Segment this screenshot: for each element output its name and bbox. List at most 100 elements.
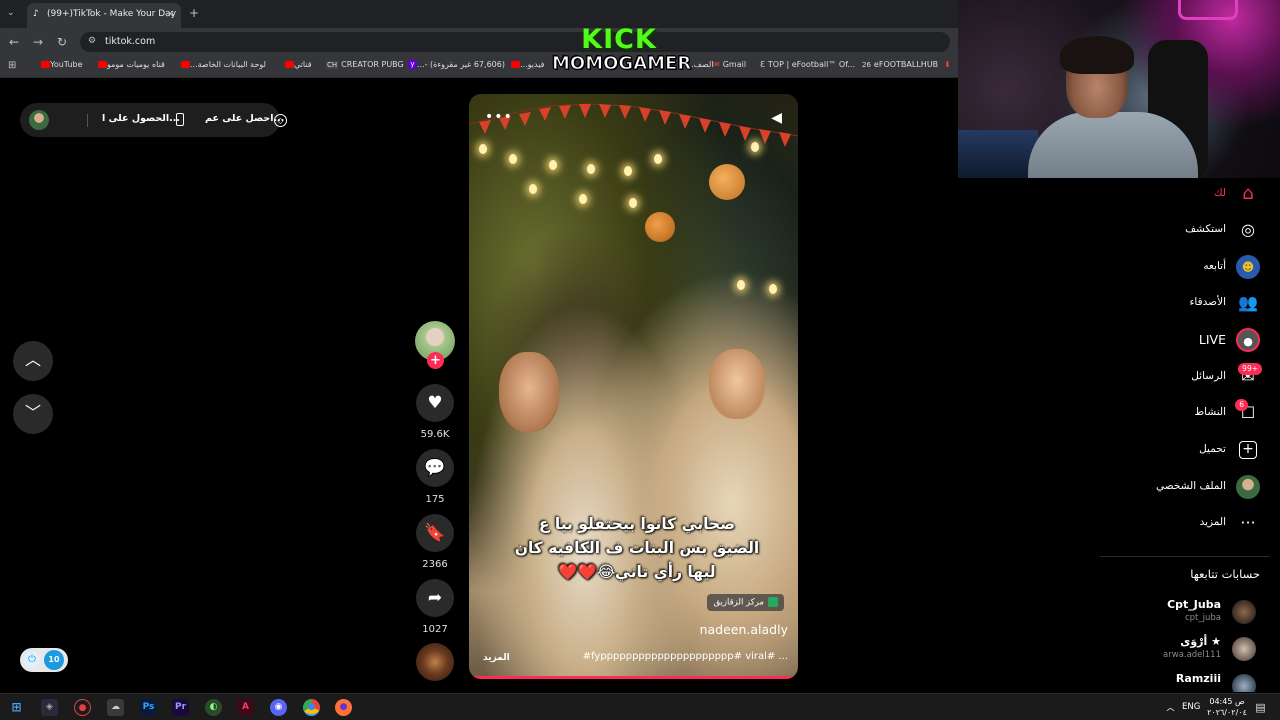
- firefox-icon[interactable]: ●: [335, 699, 352, 716]
- bookmark-item[interactable]: قناه يوميات مومو: [95, 60, 165, 69]
- share-count: 1027: [422, 624, 448, 635]
- share-button[interactable]: ➦: [416, 579, 454, 617]
- profile-avatar-icon: [1236, 475, 1260, 499]
- string-light: [479, 144, 487, 154]
- forward-icon[interactable]: →: [33, 35, 43, 49]
- sidebar-item-label: لك: [1213, 187, 1226, 199]
- reload-icon[interactable]: ↻: [57, 35, 67, 49]
- chrome-icon[interactable]: ●: [303, 699, 320, 716]
- youtube-icon: [181, 61, 190, 68]
- caption-line: ليها رأي تاني😂❤️❤️: [558, 563, 716, 581]
- video-progress-bar[interactable]: [469, 676, 798, 679]
- close-tab-icon[interactable]: ×: [166, 7, 175, 20]
- bookmarks-bar: ⊞ YouTube قناه يوميات مومو لوحة البيانات…: [0, 56, 958, 78]
- messages-badge: 99+: [1238, 363, 1262, 375]
- music-disc-icon[interactable]: [416, 643, 454, 681]
- string-light: [549, 160, 557, 170]
- bookmark-overflow-icon[interactable]: ⬇: [944, 60, 951, 69]
- location-tag[interactable]: مركز الزقازيق: [707, 594, 784, 611]
- sidebar-item-label: النشاط: [1194, 406, 1226, 418]
- new-tab-icon[interactable]: +: [189, 6, 199, 20]
- clock-time: 04:45 ص: [1209, 697, 1245, 706]
- app-icon[interactable]: ◐: [205, 699, 222, 716]
- bookmark-item[interactable]: CH CREATOR PUBG: [326, 60, 404, 69]
- app-icon[interactable]: A: [237, 699, 254, 716]
- previous-video-button[interactable]: ︿: [13, 341, 53, 381]
- extension-toggle[interactable]: ⏻ 10: [20, 648, 68, 672]
- discord-icon[interactable]: ◉: [270, 699, 287, 716]
- more-description-link[interactable]: المزيد: [483, 653, 510, 663]
- location-pin-icon: [768, 597, 778, 607]
- bookmark-item[interactable]: ✉ Gmail: [713, 60, 746, 69]
- video-description: #fyppppppppppppppppppppp# viral# ...: [582, 651, 788, 662]
- video-options-icon[interactable]: •••: [485, 109, 513, 125]
- user-avatar[interactable]: [29, 110, 49, 130]
- account-avatar: [1232, 674, 1256, 692]
- back-icon[interactable]: ←: [9, 35, 19, 49]
- followed-account[interactable]: Ramziii: [1056, 670, 1256, 692]
- app-icon[interactable]: ☁: [107, 699, 124, 716]
- comment-button[interactable]: 💬: [416, 449, 454, 487]
- sidebar-divider: [1100, 556, 1270, 557]
- follow-plus-icon[interactable]: +: [427, 352, 444, 369]
- compass-icon: ◎: [1241, 220, 1255, 239]
- sidebar-item-activity[interactable]: النشاط ☐ 6: [1040, 399, 1260, 425]
- more-icon: ···: [1240, 513, 1256, 532]
- creator-icon: CH: [326, 61, 339, 69]
- sidebar-item-explore[interactable]: استكشف ◎: [1040, 218, 1260, 242]
- volume-icon[interactable]: ◀: [771, 110, 782, 126]
- following-accounts-title: حسابات تتابعها: [1190, 567, 1260, 581]
- site-info-icon[interactable]: ⚙: [88, 36, 96, 46]
- comment-count: 175: [425, 494, 445, 505]
- video-author[interactable]: nadeen.aladly: [700, 622, 788, 637]
- neon-light: [1178, 0, 1238, 20]
- language-indicator[interactable]: ENG: [1182, 702, 1200, 712]
- apps-grid-icon[interactable]: ⊞: [8, 59, 16, 73]
- sidebar-item-messages[interactable]: الرسائل ✉ 99+: [1040, 363, 1262, 389]
- premiere-icon[interactable]: Pr: [172, 699, 189, 716]
- obs-icon[interactable]: ●: [74, 699, 91, 716]
- bookmark-item[interactable]: Ɛ TOP | eFootball™ Of...: [760, 60, 855, 69]
- string-light: [751, 142, 759, 152]
- live-icon: ●: [1236, 328, 1260, 352]
- bookmark-item[interactable]: YouTube: [38, 60, 83, 69]
- photoshop-icon[interactable]: Ps: [140, 699, 157, 716]
- followed-account[interactable]: أرْوَى ★ arwa.adel111: [1056, 633, 1256, 665]
- next-video-button[interactable]: ﹀: [13, 394, 53, 434]
- divider: [87, 114, 88, 127]
- sidebar-item-label: أتابعه: [1203, 260, 1226, 272]
- girl-right: [709, 349, 765, 419]
- sidebar-item-for-you[interactable]: لك ⌂: [1040, 182, 1260, 206]
- get-app-link[interactable]: الحصول على ا...: [102, 113, 180, 124]
- save-button[interactable]: 🔖: [416, 514, 454, 552]
- string-light: [579, 194, 587, 204]
- like-button[interactable]: ♥: [416, 384, 454, 422]
- bookmark-item[interactable]: فيديو...: [508, 60, 544, 69]
- bookmark-item[interactable]: قناتي: [282, 60, 312, 69]
- sidebar-item-following[interactable]: أتابعه ☻: [1040, 255, 1260, 279]
- bookmark-item[interactable]: لوحة البيانات الخاصة...: [178, 60, 266, 69]
- sidebar-item-more[interactable]: المزيد ···: [1040, 511, 1260, 535]
- tray-overflow-icon[interactable]: ︿: [1162, 699, 1179, 716]
- browser-tab[interactable]: ♪ (99+)TikTok - Make Your Day ×: [27, 3, 181, 28]
- string-light: [509, 154, 517, 164]
- windows-start-icon[interactable]: ⊞: [8, 699, 25, 716]
- string-light: [629, 198, 637, 208]
- gmail-icon: ✉: [713, 60, 720, 69]
- tab-search-icon[interactable]: ⌄: [7, 6, 15, 20]
- sidebar-item-live[interactable]: LIVE ●: [1040, 328, 1260, 352]
- sidebar-item-friends[interactable]: الأصدقاء 👥: [1040, 291, 1260, 315]
- app-icon[interactable]: ◈: [41, 699, 58, 716]
- notifications-icon[interactable]: ▤: [1252, 699, 1269, 716]
- get-coins-link[interactable]: احصل على عم...: [205, 113, 284, 124]
- clock[interactable]: 04:45 ص ٢٠٢٦/٠٢/٠٤: [1205, 696, 1249, 718]
- url-input[interactable]: ⚙ tiktok.com: [80, 32, 950, 52]
- sidebar-item-profile[interactable]: الملف الشخصي: [1040, 475, 1260, 499]
- youtube-icon: [511, 61, 520, 68]
- video-player[interactable]: ••• ◀ صحابي كانوا بيحتفلو بيا ع الضيق بس…: [469, 94, 798, 679]
- sidebar-item-label: استكشف: [1185, 223, 1226, 235]
- sidebar-item-upload[interactable]: تحميل +: [1040, 438, 1260, 462]
- bookmark-item[interactable]: (67,606 غير مقروءة) -...y: [405, 60, 505, 69]
- followed-account[interactable]: Cpt_Juba cpt_juba: [1056, 596, 1256, 628]
- bookmark-item[interactable]: 26 eFOOTBALLHUB: [862, 60, 938, 69]
